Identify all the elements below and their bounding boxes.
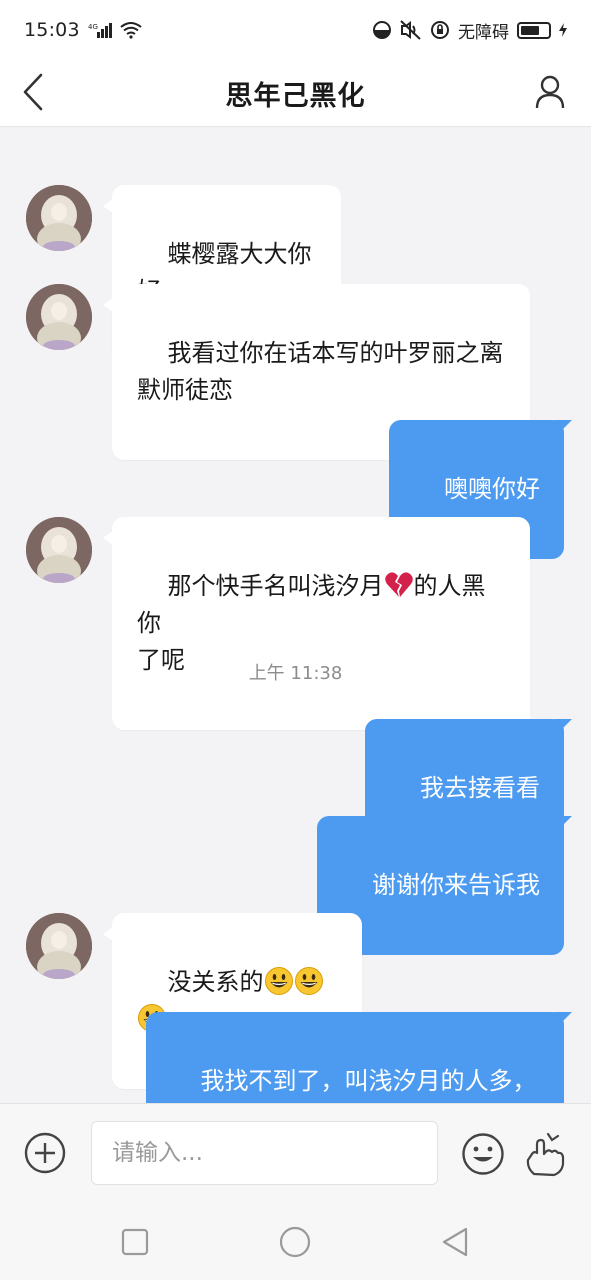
- circle-icon: [279, 1226, 311, 1258]
- home-button[interactable]: [278, 1225, 312, 1259]
- page-title: 思年己黑化: [225, 80, 366, 112]
- recent-apps-button[interactable]: [118, 1225, 152, 1259]
- person-icon: [535, 75, 565, 109]
- chat-message-list[interactable]: 蝶樱露大大你好 我看过你在话本写的叶罗丽之离 默师徒恋 噢噢你好 那个快手名叫浅…: [0, 127, 591, 1103]
- contact-avatar[interactable]: [26, 517, 92, 583]
- message-text: 我找不到了，叫浅汐月的人多， 你能发快手号吗？: [200, 1067, 537, 1095]
- accessibility-label: 无障碍: [458, 22, 509, 43]
- grinning-face-emoji-icon: [264, 967, 293, 995]
- broken-heart-emoji-icon: [384, 572, 413, 597]
- grinning-face-emoji-icon: [294, 967, 323, 995]
- message-text: 我去接看看: [420, 774, 540, 802]
- system-navigation-bar: [0, 1203, 591, 1280]
- contact-avatar[interactable]: [26, 913, 92, 979]
- outgoing-message-bubble[interactable]: 我找不到了，叫浅汐月的人多， 你能发快手号吗？: [146, 1012, 572, 1103]
- plus-circle-icon: [24, 1132, 66, 1174]
- message-text: 那个快手名叫浅汐月: [167, 572, 384, 600]
- profile-button[interactable]: [535, 68, 567, 116]
- wifi-icon: [120, 21, 142, 39]
- emoji-button[interactable]: [461, 1132, 505, 1176]
- cellular-signal-icon: 4G: [88, 21, 112, 39]
- square-icon: [121, 1228, 149, 1256]
- back-button[interactable]: [22, 68, 52, 116]
- eye-comfort-icon: [372, 20, 392, 40]
- silent-mode-icon: [400, 20, 422, 40]
- gesture-button[interactable]: [524, 1130, 568, 1178]
- chevron-left-icon: [23, 73, 43, 111]
- grinning-face-emoji-icon: [112, 127, 176, 145]
- triangle-back-icon: [442, 1227, 468, 1257]
- incoming-message-bubble[interactable]: 那个快手名叫浅汐月 的人黑你 了呢: [103, 517, 530, 730]
- message-input-bar: [0, 1103, 591, 1203]
- rotation-lock-icon: [430, 20, 450, 40]
- back-nav-button[interactable]: [438, 1225, 472, 1259]
- charging-icon: [559, 23, 567, 37]
- status-bar: 15:03 4G 无障碍: [0, 0, 591, 60]
- contact-avatar[interactable]: [26, 185, 92, 251]
- status-time: 15:03: [24, 19, 80, 41]
- battery-icon: [517, 21, 551, 39]
- message-text: 没关系的: [167, 968, 264, 996]
- chat-header: 思年己黑化: [0, 60, 591, 127]
- svg-text:4G: 4G: [88, 23, 98, 31]
- message-text: 我看过你在话本写的叶罗丽之离 默师徒恋: [137, 339, 504, 404]
- message-text: 谢谢你来告诉我: [372, 871, 540, 899]
- contact-avatar[interactable]: [26, 284, 92, 350]
- message-timestamp: 上午 11:38: [248, 663, 343, 684]
- finger-heart-icon: [526, 1132, 565, 1177]
- add-attachment-button[interactable]: [24, 1132, 66, 1174]
- message-text: 噢噢你好: [444, 475, 540, 503]
- message-input[interactable]: [91, 1121, 438, 1185]
- smiley-face-icon: [462, 1133, 504, 1175]
